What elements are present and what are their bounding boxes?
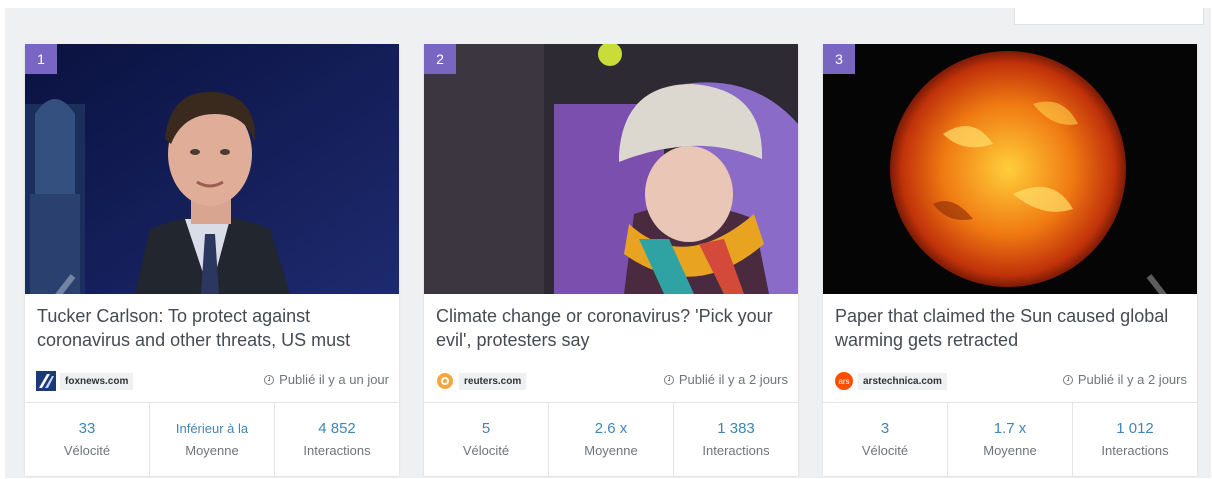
published-time: Publié il y a 2 jours bbox=[663, 372, 788, 387]
stat-interactions: 1 383 Interactions bbox=[674, 403, 798, 476]
stat-label: Vélocité bbox=[462, 442, 510, 458]
arstechnica-logo-icon: ars bbox=[835, 372, 853, 390]
stat-interactions: 4 852 Interactions bbox=[275, 403, 399, 476]
stat-value: Inférieur à la bbox=[175, 420, 249, 436]
stats-row: 33 Vélocité Inférieur à la Moyenne 4 852… bbox=[25, 402, 399, 476]
stat-velocity: 33 Vélocité bbox=[25, 403, 150, 476]
published-label: Publié il y a 2 jours bbox=[1077, 372, 1187, 387]
source-name: arstechnica.com bbox=[858, 372, 947, 390]
stat-value: 1.7 x bbox=[993, 419, 1027, 437]
article-image[interactable]: 1 bbox=[25, 44, 399, 294]
article-card[interactable]: 2 Climate change or coronavirus? 'Pick y… bbox=[424, 44, 798, 476]
published-label: Publié il y a 2 jours bbox=[678, 372, 788, 387]
source[interactable]: ars arstechnica.com bbox=[834, 370, 947, 392]
published-label: Publié il y a un jour bbox=[279, 372, 389, 387]
stat-value: 33 bbox=[78, 419, 96, 437]
clock-icon bbox=[1062, 374, 1073, 385]
article-title[interactable]: Tucker Carlson: To protect against coron… bbox=[37, 304, 389, 358]
rank-badge: 2 bbox=[424, 44, 456, 74]
stat-value: 1 012 bbox=[1116, 419, 1154, 437]
article-title[interactable]: Paper that claimed the Sun caused global… bbox=[835, 304, 1187, 358]
stat-average: 2.6 x Moyenne bbox=[549, 403, 674, 476]
stat-label: Moyenne bbox=[584, 442, 638, 458]
stat-value: 5 bbox=[481, 419, 491, 437]
stat-label: Vélocité bbox=[63, 442, 111, 458]
stats-row: 3 Vélocité 1.7 x Moyenne 1 012 Interacti… bbox=[823, 402, 1197, 476]
article-image[interactable]: 2 bbox=[424, 44, 798, 294]
stats-row: 5 Vélocité 2.6 x Moyenne 1 383 Interacti… bbox=[424, 402, 798, 476]
reuters-logo-icon bbox=[437, 373, 453, 389]
chevron-left-icon[interactable] bbox=[53, 272, 77, 294]
source[interactable]: reuters.com bbox=[435, 370, 527, 392]
rank-badge: 3 bbox=[823, 44, 855, 74]
stat-label: Interactions bbox=[702, 442, 770, 458]
foxnews-logo-icon bbox=[36, 371, 56, 391]
source[interactable]: foxnews.com bbox=[36, 370, 134, 392]
stat-average: Inférieur à la Moyenne bbox=[150, 403, 275, 476]
stat-value: 2.6 x bbox=[594, 419, 628, 437]
article-title[interactable]: Climate change or coronavirus? 'Pick you… bbox=[436, 304, 788, 358]
stat-average: 1.7 x Moyenne bbox=[948, 403, 1073, 476]
article-image[interactable]: 3 bbox=[823, 44, 1197, 294]
stat-value: 3 bbox=[880, 419, 890, 437]
top-dropdown[interactable] bbox=[1014, 8, 1204, 25]
clock-icon bbox=[264, 374, 275, 385]
published-time: Publié il y a 2 jours bbox=[1062, 372, 1187, 387]
trending-panel: 1 Tucker Carlson: To protect against cor… bbox=[5, 8, 1211, 478]
stat-label: Moyenne bbox=[185, 442, 239, 458]
stat-velocity: 3 Vélocité bbox=[823, 403, 948, 476]
clock-icon bbox=[663, 374, 674, 385]
stat-label: Moyenne bbox=[983, 442, 1037, 458]
article-card[interactable]: 3 Paper that claimed the Sun caused glob… bbox=[823, 44, 1197, 476]
stat-value: 4 852 bbox=[318, 419, 356, 437]
svg-text:ars: ars bbox=[838, 377, 849, 386]
stat-velocity: 5 Vélocité bbox=[424, 403, 549, 476]
source-name: reuters.com bbox=[459, 372, 527, 390]
article-card[interactable]: 1 Tucker Carlson: To protect against cor… bbox=[25, 44, 399, 476]
stat-label: Interactions bbox=[303, 442, 371, 458]
chevron-right-icon[interactable] bbox=[1145, 272, 1169, 294]
stat-label: Vélocité bbox=[861, 442, 909, 458]
rank-badge: 1 bbox=[25, 44, 57, 74]
stat-value: 1 383 bbox=[717, 419, 755, 437]
stat-interactions: 1 012 Interactions bbox=[1073, 403, 1197, 476]
published-time: Publié il y a un jour bbox=[264, 372, 389, 387]
stat-label: Interactions bbox=[1101, 442, 1169, 458]
source-name: foxnews.com bbox=[60, 372, 134, 390]
